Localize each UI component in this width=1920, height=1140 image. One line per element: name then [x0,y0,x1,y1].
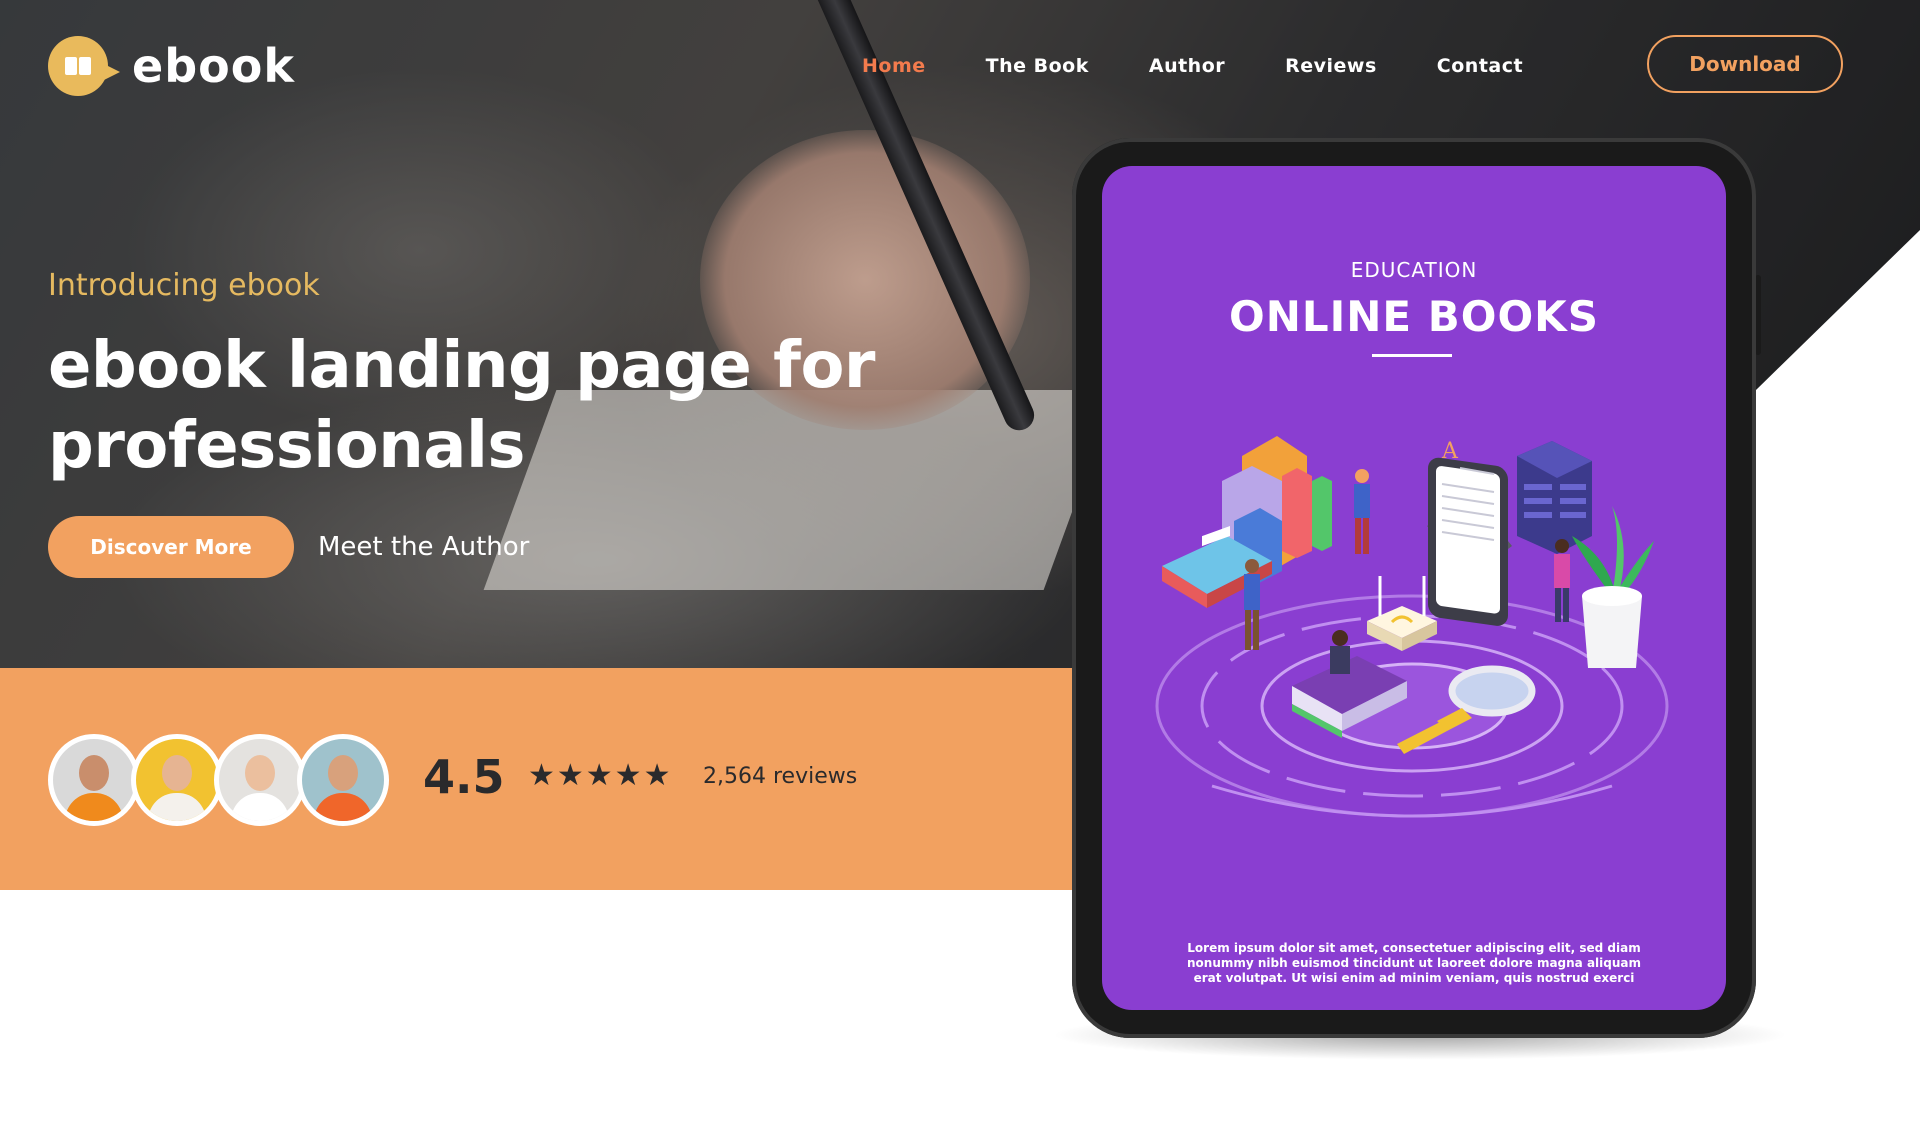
wifi-router-icon [1367,576,1437,651]
discover-more-button[interactable]: Discover More [48,516,294,578]
tablet-mockup: EDUCATION ONLINE BOOKS A Lorem ipsum dol… [1072,138,1756,1038]
cover-divider [1372,354,1452,357]
server-icon [1517,441,1592,554]
brand-name: ebook [132,39,295,93]
person-icon [1354,469,1370,554]
nav-item-reviews[interactable]: Reviews [1285,55,1377,77]
phone-icon: A [1427,439,1512,626]
book-cover: EDUCATION ONLINE BOOKS A Lorem ipsum dol… [1102,166,1726,1010]
cover-blurb: Lorem ipsum dolor sit amet, consectetuer… [1186,941,1642,985]
hero-eyebrow: Introducing ebook [48,268,320,303]
avatar [297,734,389,826]
avatar [131,734,223,826]
cover-category: EDUCATION [1350,258,1478,282]
avatar [48,734,140,826]
nav-item-author[interactable]: Author [1149,55,1225,77]
nav-item-the-book[interactable]: The Book [986,55,1089,77]
star-rating-icon: ★★★★★ [528,758,673,793]
download-button[interactable]: Download [1647,35,1843,93]
svg-text:A: A [1441,439,1459,464]
rating-value: 4.5 [423,750,505,804]
logo[interactable]: ebook [48,36,295,96]
person-icon [1330,630,1350,674]
hero-headline: ebook landing page for professionals [48,329,875,483]
review-count: 2,564 reviews [703,764,858,789]
avatar [214,734,306,826]
reviewer-avatars [48,734,389,826]
nav-item-home[interactable]: Home [862,55,926,77]
book-icon [48,36,120,96]
white-panel [1756,390,1920,668]
main-nav: Home The Book Author Reviews Contact [862,55,1583,77]
nav-item-contact[interactable]: Contact [1437,55,1523,77]
online-books-illustration: A [1155,436,1669,818]
diagonal-shape [1756,230,1920,390]
meet-author-link[interactable]: Meet the Author [318,532,529,562]
cover-title: ONLINE BOOKS [1229,292,1599,341]
